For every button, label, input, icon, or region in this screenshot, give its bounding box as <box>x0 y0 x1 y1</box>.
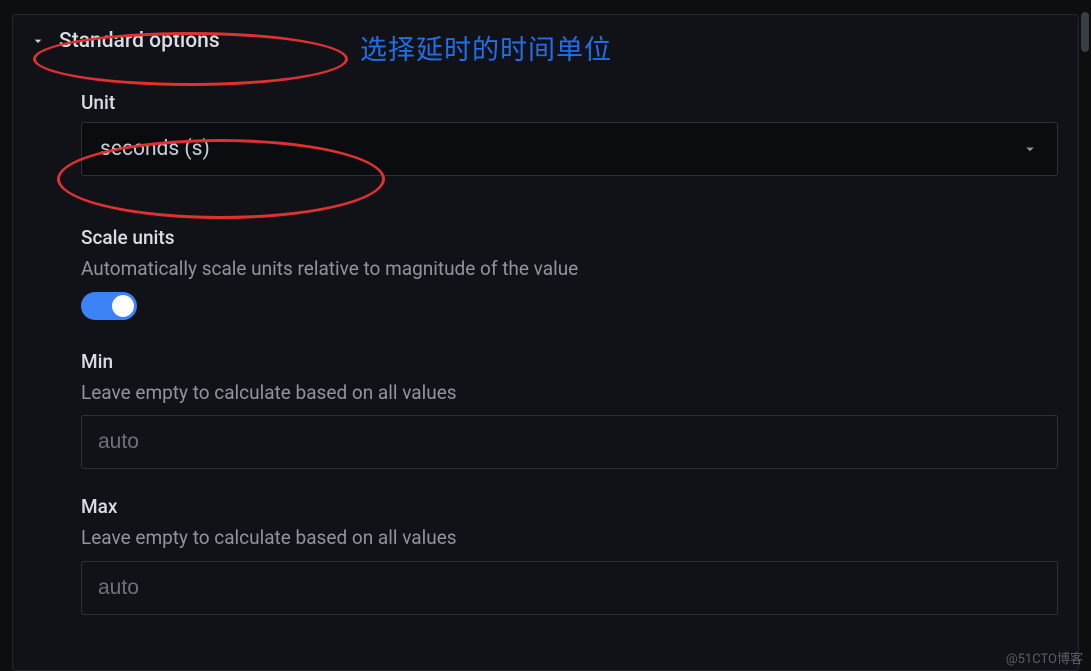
scrollbar-track[interactable] <box>1081 12 1089 652</box>
watermark: @51CTO博客 <box>1006 648 1083 667</box>
options-panel: Standard options Unit seconds (s) Scale … <box>12 14 1079 671</box>
scale-units-toggle[interactable] <box>81 292 137 320</box>
scrollbar-thumb[interactable] <box>1081 12 1089 52</box>
min-input-wrap <box>81 415 1058 469</box>
scale-units-group: Scale units Automatically scale units re… <box>81 226 1058 324</box>
annotation-text: 选择延时的时间单位 <box>360 28 612 67</box>
max-label: Max <box>81 495 1058 518</box>
toggle-knob <box>112 295 134 317</box>
max-description: Leave empty to calculate based on all va… <box>81 526 1058 551</box>
max-field-group: Max Leave empty to calculate based on al… <box>81 495 1058 615</box>
unit-select-value: seconds (s) <box>100 137 1021 161</box>
min-input[interactable] <box>98 430 1041 454</box>
min-label: Min <box>81 350 1058 373</box>
chevron-down-icon <box>29 32 47 50</box>
max-input-wrap <box>81 561 1058 615</box>
unit-select[interactable]: seconds (s) <box>81 122 1058 176</box>
scale-units-description: Automatically scale units relative to ma… <box>81 257 1058 282</box>
section-content: Unit seconds (s) Scale units Automatical… <box>23 91 1068 615</box>
min-description: Leave empty to calculate based on all va… <box>81 381 1058 406</box>
min-field-group: Min Leave empty to calculate based on al… <box>81 350 1058 470</box>
max-input[interactable] <box>98 576 1041 600</box>
chevron-down-icon <box>1021 140 1039 158</box>
unit-label: Unit <box>81 91 1058 114</box>
scale-units-label: Scale units <box>81 226 1058 249</box>
section-title: Standard options <box>59 29 220 53</box>
unit-field-group: Unit seconds (s) <box>81 91 1058 176</box>
